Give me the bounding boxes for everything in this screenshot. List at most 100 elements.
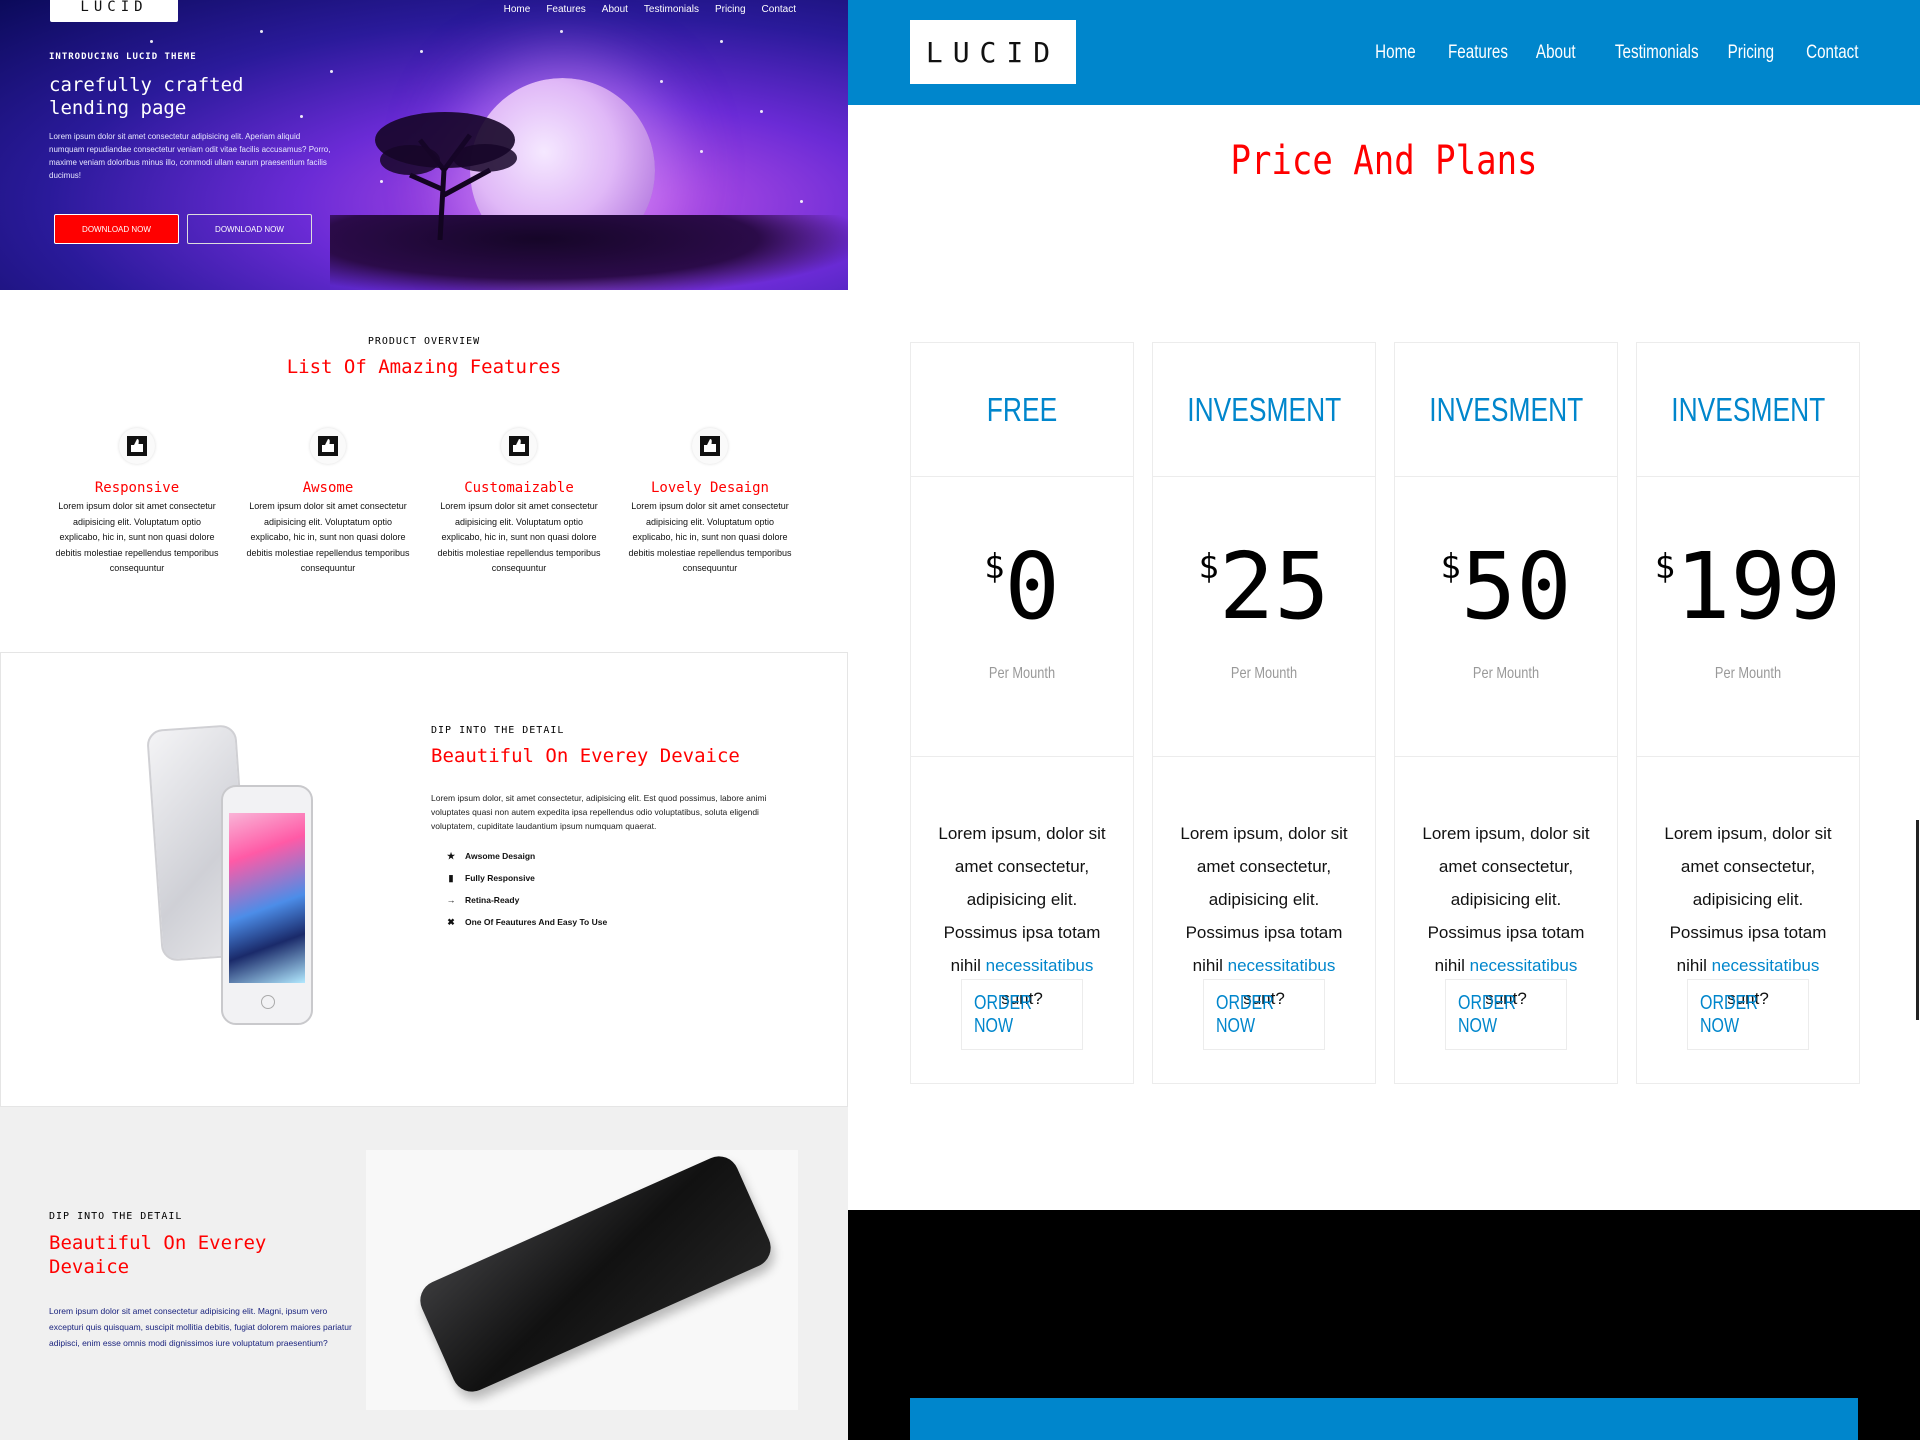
hero-kicker: INTRODUCING LUCID THEME — [49, 52, 197, 62]
hero-text: Lorem ipsum dolor sit amet consectetur a… — [49, 132, 331, 180]
desc-link[interactable]: necessitatibus — [986, 956, 1094, 975]
price-period: Per Mounth — [1714, 665, 1782, 682]
nav-features[interactable]: Features — [546, 4, 585, 15]
nav-features[interactable]: Features — [1448, 42, 1508, 64]
pricing-title: Price And Plans — [1230, 138, 1538, 184]
list-item-label: Fully Responsive — [465, 873, 535, 883]
plan-card-invesment-199: INVESMENT $199 Per Mounth Lorem ipsum, d… — [1636, 342, 1860, 1084]
feature-card: Awsome Lorem ipsum dolor sit amet consec… — [243, 428, 413, 577]
plan-name: INVESMENT — [1637, 343, 1859, 477]
feature-title: Responsive — [94, 480, 180, 496]
nav-about[interactable]: About — [1536, 42, 1576, 64]
feature-title: Awsome — [302, 480, 354, 496]
order-now-button[interactable]: ORDER NOW — [1203, 979, 1325, 1050]
desc-link[interactable]: necessitatibus — [1470, 956, 1578, 975]
feature-text: Lorem ipsum dolor sit amet consectetur a… — [55, 501, 219, 573]
black-phone-photo — [366, 1150, 798, 1410]
desc-link[interactable]: necessitatibus — [1228, 956, 1336, 975]
logo-text: LUCID — [80, 0, 148, 15]
plan-price-box: $25 Per Mounth — [1153, 477, 1375, 757]
detail-section: DIP INTO THE DETAIL Beautiful On Everey … — [0, 652, 848, 1107]
detail2-kicker: DIP INTO THE DETAIL — [49, 1211, 183, 1222]
currency-symbol: $ — [1440, 547, 1461, 587]
currency-symbol: $ — [1654, 547, 1676, 587]
price-period: Per Mounth — [1472, 665, 1540, 682]
plan-name-label: FREE — [986, 390, 1058, 428]
currency-symbol: $ — [984, 547, 1005, 587]
feature-card: Customaizable Lorem ipsum dolor sit amet… — [434, 428, 604, 577]
desc-text: Lorem ipsum, dolor sit amet consectetur,… — [1180, 824, 1348, 975]
order-now-button[interactable]: ORDER NOW — [1445, 979, 1567, 1050]
detail-feature-list: ★ Awsome Desaign ▮ Fully Responsive → Retin… — [445, 845, 608, 933]
feature-title: Lovely Desaign — [650, 480, 769, 496]
plan-card-invesment-50: INVESMENT $50 Per Mounth Lorem ipsum, do… — [1394, 342, 1618, 1084]
feature-title: Customaizable — [464, 480, 574, 496]
list-item-label: Awsome Desaign — [465, 851, 536, 861]
features-section: PRODUCT OVERVIEW List Of Amazing Feature… — [0, 290, 848, 652]
plan-card-invesment-25: INVESMENT $25 Per Mounth Lorem ipsum, do… — [1152, 342, 1376, 1084]
plan-name-label: INVESMENT — [1186, 390, 1342, 428]
desc-text: Lorem ipsum, dolor sit amet consectetur,… — [1664, 824, 1832, 975]
nav-pricing[interactable]: Pricing — [715, 4, 746, 15]
scrollbar-thumb[interactable] — [1916, 820, 1919, 1020]
main-nav: Home Features About Testimonials Pricing… — [1365, 42, 1858, 64]
download-button-secondary[interactable]: DOWNLOAD NOW — [187, 214, 312, 244]
logo[interactable]: LUCID — [50, 0, 178, 22]
plan-name-label: INVESMENT — [1670, 390, 1826, 428]
list-item: → Retina-Ready — [445, 889, 607, 911]
logo[interactable]: LUCID — [910, 20, 1076, 84]
feature-text: Lorem ipsum dolor sit amet consectetur a… — [437, 501, 601, 573]
desc-text: Lorem ipsum, dolor sit amet consectetur,… — [1422, 824, 1590, 975]
nav-testimonials[interactable]: Testimonials — [1615, 42, 1699, 64]
price-period: Per Mounth — [988, 665, 1056, 682]
nav-contact[interactable]: Contact — [1806, 42, 1858, 64]
order-now-label: ORDER NOW — [974, 991, 1032, 1037]
black-phone-image — [413, 1150, 778, 1399]
plan-price: $199 — [1637, 537, 1859, 637]
plan-price: $50 — [1395, 537, 1617, 637]
order-now-button[interactable]: ORDER NOW — [961, 979, 1083, 1050]
thumbs-up-icon — [692, 428, 728, 464]
feature-card: Lovely Desaign Lorem ipsum dolor sit ame… — [625, 428, 795, 577]
nav-testimonials[interactable]: Testimonials — [644, 4, 699, 15]
hero-nav: Home Features About Testimonials Pricing… — [504, 4, 796, 15]
detail2-title: Beautiful On Everey Devaice — [49, 1232, 267, 1278]
plan-price: $0 — [911, 537, 1133, 637]
plan-name: FREE — [911, 343, 1133, 477]
plan-name: INVESMENT — [1153, 343, 1375, 477]
feature-card: Responsive Lorem ipsum dolor sit amet co… — [52, 428, 222, 577]
nav-contact[interactable]: Contact — [762, 4, 796, 15]
download-button-primary[interactable]: DOWNLOAD NOW — [54, 214, 179, 244]
detail-title: Beautiful On Everey Devaice — [431, 745, 740, 767]
trophy-icon: ★ — [446, 850, 456, 861]
list-item: ✖ One Of Feautures And Easy To Use — [445, 911, 607, 933]
detail2-text: Lorem ipsum dolor sit amet consectetur a… — [49, 1306, 352, 1348]
plan-card-free: FREE $0 Per Mounth Lorem ipsum, dolor si… — [910, 342, 1134, 1084]
price-value: 0 — [1004, 533, 1060, 640]
thumbs-up-icon — [501, 428, 537, 464]
price-value: 25 — [1218, 533, 1330, 640]
order-now-label: ORDER NOW — [1458, 991, 1516, 1037]
plan-name-label: INVESMENT — [1428, 390, 1584, 428]
nav-home[interactable]: Home — [504, 4, 531, 15]
thumbs-up-icon — [119, 428, 155, 464]
pricing-page-right-column: LUCID Home Features About Testimonials P… — [848, 0, 1920, 1440]
price-value: 199 — [1675, 533, 1842, 640]
order-now-button[interactable]: ORDER NOW — [1687, 979, 1809, 1050]
currency-symbol: $ — [1198, 547, 1219, 587]
desc-link[interactable]: necessitatibus — [1712, 956, 1820, 975]
plan-name: INVESMENT — [1395, 343, 1617, 477]
nav-home[interactable]: Home — [1375, 42, 1416, 64]
nav-about[interactable]: About — [602, 4, 628, 15]
hero-title: carefully crafted lending page — [49, 74, 244, 119]
order-now-label: ORDER NOW — [1216, 991, 1274, 1037]
plan-price-box: $199 Per Mounth — [1637, 477, 1859, 757]
plan-price: $25 — [1153, 537, 1375, 637]
key-icon: → — [446, 895, 456, 905]
detail-section-2: DIP INTO THE DETAIL Beautiful On Everey … — [0, 1107, 848, 1440]
phone-front-image — [221, 785, 313, 1025]
price-value: 50 — [1460, 533, 1572, 640]
plan-price-box: $50 Per Mounth — [1395, 477, 1617, 757]
cross-arrows-icon: ✖ — [447, 916, 455, 927]
nav-pricing[interactable]: Pricing — [1728, 42, 1774, 64]
